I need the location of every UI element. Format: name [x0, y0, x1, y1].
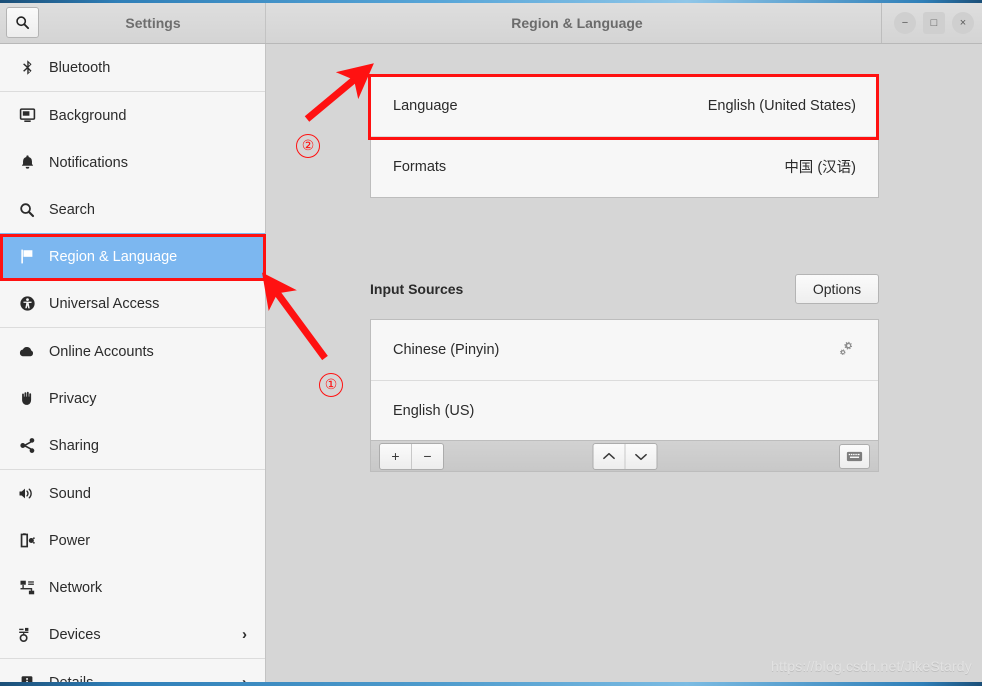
sidebar-item-label: Sound [49, 485, 91, 502]
sidebar-item-region-language[interactable]: Region & Language [0, 233, 265, 280]
accessibility-icon [14, 295, 40, 312]
chevron-right-icon: › [242, 626, 247, 643]
info-icon [14, 674, 40, 682]
sidebar-header: Settings [0, 3, 266, 43]
network-icon [14, 579, 40, 596]
sidebar-item-label: Bluetooth [49, 59, 111, 76]
background-icon [14, 107, 40, 124]
bell-icon [14, 154, 40, 171]
hand-icon [14, 390, 40, 407]
bluetooth-icon [14, 59, 40, 76]
language-label: Language [393, 98, 458, 114]
sidebar-item-label: Online Accounts [49, 343, 154, 360]
language-value: English (United States) [707, 98, 856, 114]
sidebar-item-online-accounts[interactable]: Online Accounts [0, 328, 265, 375]
sidebar-item-label: Notifications [49, 154, 128, 171]
sidebar-item-label: Power [49, 532, 91, 549]
add-input-source-button[interactable]: + [380, 444, 411, 469]
sidebar: Bluetooth Background Notifications Search Re… [0, 44, 266, 682]
sidebar-item-label: Search [49, 201, 95, 218]
input-sources-card: Chinese (Pinyin) English (US) + − [370, 319, 879, 472]
chevron-up-icon [602, 452, 615, 459]
sidebar-item-label: Universal Access [49, 295, 160, 312]
settings-window: Settings Region & Language − □ × Bluetoo… [0, 0, 982, 686]
add-remove-group: + − [379, 442, 444, 470]
sidebar-item-notifications[interactable]: Notifications [0, 139, 265, 186]
search-icon [16, 16, 30, 30]
move-group [592, 442, 657, 470]
sidebar-title: Settings [125, 15, 181, 31]
sidebar-item-details[interactable]: Details › [0, 659, 265, 682]
move-down-button[interactable] [624, 443, 656, 469]
cloud-icon [14, 343, 40, 361]
page-title: Region & Language [511, 15, 643, 31]
search-button[interactable] [6, 7, 39, 38]
remove-input-source-button[interactable]: − [411, 443, 443, 469]
sidebar-item-network[interactable]: Network [0, 564, 265, 611]
sidebar-item-label: Network [49, 579, 103, 596]
sidebar-item-power[interactable]: Power [0, 517, 265, 564]
search-icon [14, 202, 40, 218]
input-source-label: Chinese (Pinyin) [393, 342, 500, 358]
maximize-button[interactable]: □ [923, 12, 945, 34]
input-source-row-english[interactable]: English (US) [371, 380, 878, 440]
sidebar-item-bluetooth[interactable]: Bluetooth [0, 44, 265, 91]
sidebar-item-label: Privacy [49, 390, 97, 407]
window-controls: − □ × [881, 3, 974, 43]
power-icon [14, 532, 40, 549]
minimize-button[interactable]: − [894, 12, 916, 34]
input-sources-title: Input Sources [370, 281, 464, 297]
language-card: Language English (United States) Formats… [370, 75, 879, 198]
sidebar-item-devices[interactable]: Devices › [0, 611, 265, 658]
sidebar-item-sharing[interactable]: Sharing [0, 422, 265, 469]
sidebar-item-sound[interactable]: Sound [0, 470, 265, 517]
formats-row[interactable]: Formats 中国 (汉语) [371, 136, 878, 196]
share-icon [14, 437, 40, 454]
chevron-right-icon: › [242, 674, 247, 682]
input-sources-toolbar: + − [371, 440, 878, 471]
options-button[interactable]: Options [795, 274, 879, 304]
window-bottom-border [0, 682, 982, 686]
sidebar-item-label: Region & Language [49, 248, 178, 265]
formats-label: Formats [393, 158, 447, 175]
sidebar-item-label: Details [49, 675, 93, 683]
sidebar-item-background[interactable]: Background [0, 92, 265, 139]
chevron-down-icon [634, 453, 647, 460]
header-bar: Settings Region & Language − □ × [0, 3, 982, 44]
sidebar-item-search[interactable]: Search [0, 186, 265, 233]
main-content: Language English (United States) Formats… [267, 44, 982, 682]
preferences-gear-icon[interactable] [839, 340, 856, 361]
formats-value: 中国 (汉语) [784, 160, 856, 176]
speaker-icon [14, 485, 40, 502]
keyboard-icon [846, 451, 863, 461]
close-button[interactable]: × [952, 12, 974, 34]
language-row[interactable]: Language English (United States) [371, 76, 878, 136]
sidebar-item-label: Background [49, 107, 127, 124]
flag-icon [14, 248, 40, 265]
devices-icon [14, 626, 40, 643]
sidebar-item-privacy[interactable]: Privacy [0, 375, 265, 422]
sidebar-item-label: Devices [49, 626, 101, 643]
sidebar-item-universal-access[interactable]: Universal Access [0, 280, 265, 327]
input-source-label: English (US) [393, 402, 475, 419]
input-sources-header: Input Sources Options [370, 272, 879, 306]
input-source-row-chinese[interactable]: Chinese (Pinyin) [371, 320, 878, 380]
sidebar-item-label: Sharing [49, 437, 99, 454]
move-up-button[interactable] [593, 444, 624, 469]
show-keyboard-layout-button[interactable] [839, 443, 870, 469]
